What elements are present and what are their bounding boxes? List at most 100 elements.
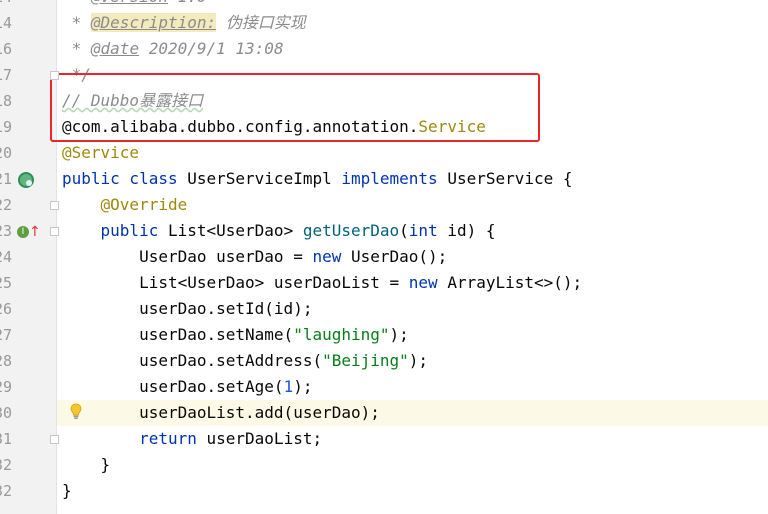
code-line-text: userDao.setName("laughing"); <box>62 322 409 348</box>
code-line-text: } <box>62 478 72 504</box>
code-token: UserDao(); <box>350 247 448 266</box>
code-token: * <box>62 39 91 58</box>
code-line-text: userDao.setAge(1); <box>62 374 312 400</box>
code-line-text: List<UserDao> userDaoList = new ArrayLis… <box>62 270 582 296</box>
code-line-text: * @date 2020/9/1 13:08 <box>62 36 284 62</box>
code-line-text: public List<UserDao> getUserDao(int id) … <box>62 218 496 244</box>
code-token: userDao.setAddress( <box>62 351 323 370</box>
code-token: "Beijing" <box>322 351 409 370</box>
line-number: 14 <box>0 0 12 10</box>
line-number: 30 <box>0 404 12 422</box>
line-number: 20 <box>0 144 12 162</box>
override-up-arrow-icon[interactable]: ↑ <box>29 223 41 241</box>
code-token: userDaoList; <box>206 429 323 448</box>
intention-bulb-icon[interactable] <box>70 403 82 420</box>
code-token: ( <box>399 221 409 240</box>
code-token: ); <box>389 325 409 344</box>
code-line[interactable]: return userDaoList; <box>57 426 768 452</box>
code-line-text: public class UserServiceImpl implements … <box>62 166 573 192</box>
line-number: 21 <box>0 170 12 188</box>
code-token: userDao.setName( <box>62 325 294 344</box>
code-line[interactable]: @Override <box>57 192 768 218</box>
code-token: id) { <box>447 221 496 240</box>
code-token: "laughing" <box>293 325 390 344</box>
code-line[interactable]: userDao.setAddress("Beijing"); <box>57 348 768 374</box>
code-token: ); <box>408 351 429 370</box>
code-token: } <box>62 481 72 500</box>
line-number: 32 <box>0 456 12 474</box>
line-number: 19 <box>0 118 12 136</box>
fold-marker-icon[interactable] <box>50 227 59 236</box>
code-token: @date <box>90 39 140 58</box>
code-token: new <box>312 247 351 266</box>
code-token: public <box>100 221 168 240</box>
code-line-text: userDao.setAddress("Beijing"); <box>62 348 428 374</box>
code-token: implements <box>341 169 448 188</box>
code-line-text: * @version 1.0 <box>62 0 207 10</box>
code-line-text: * @Description: 伪接口实现 <box>62 10 306 36</box>
code-line[interactable]: } <box>57 478 768 504</box>
code-token: UserDao userDao = <box>62 247 313 266</box>
code-token: ArrayList<>(); <box>447 273 583 292</box>
code-token: @Service <box>62 143 140 162</box>
line-number: 17 <box>0 66 12 84</box>
code-line[interactable]: UserDao userDao = new UserDao(); <box>57 244 768 270</box>
code-token: @Description: <box>90 13 217 32</box>
fold-marker-icon[interactable] <box>50 201 59 210</box>
code-token: ); <box>293 377 313 396</box>
code-line-text: return userDaoList; <box>62 426 322 452</box>
line-number: 26 <box>0 300 12 318</box>
code-token: List<UserDao> <box>167 221 303 240</box>
code-token: getUserDao <box>302 221 400 240</box>
line-number: 31 <box>0 430 12 448</box>
line-number: 32 <box>0 482 12 500</box>
code-line[interactable]: * @version 1.0 <box>57 0 768 10</box>
code-token: @Override <box>100 195 188 214</box>
code-line[interactable]: } <box>57 452 768 478</box>
code-token: 1.0 <box>168 0 207 6</box>
code-token: @version <box>91 0 168 6</box>
code-token: return <box>139 429 207 448</box>
spring-bean-icon[interactable] <box>18 172 34 188</box>
code-line-text: userDaoList.add(userDao); <box>62 400 380 426</box>
line-number: 18 <box>0 92 12 110</box>
code-token: new <box>408 273 448 292</box>
code-line-text: } <box>62 452 111 478</box>
code-token: int <box>408 221 448 240</box>
code-line[interactable]: public List<UserDao> getUserDao(int id) … <box>57 218 768 244</box>
code-token: userDaoList.add(userDao); <box>62 403 380 422</box>
code-token: List<UserDao> userDaoList = <box>62 273 409 292</box>
code-token: * <box>62 0 91 6</box>
code-token: 2020/9/1 13:08 <box>139 39 284 58</box>
code-line-text: userDao.setId(id); <box>62 296 312 322</box>
code-line[interactable]: userDao.setId(id); <box>57 296 768 322</box>
code-line[interactable]: @Service <box>57 140 768 166</box>
code-token: UserServiceImpl <box>187 169 342 188</box>
line-number: 23 <box>0 222 12 240</box>
code-line[interactable]: List<UserDao> userDaoList = new ArrayLis… <box>57 270 768 296</box>
code-token: 1 <box>283 377 294 396</box>
code-token: 伪接口实现 <box>216 13 306 32</box>
code-token: } <box>62 455 111 474</box>
code-line[interactable]: userDao.setName("laughing"); <box>57 322 768 348</box>
code-line[interactable]: * @Description: 伪接口实现 <box>57 10 768 36</box>
implements-method-icon[interactable]: I <box>17 226 29 238</box>
code-line-text: UserDao userDao = new UserDao(); <box>62 244 447 270</box>
code-token: UserService { <box>447 169 573 188</box>
fold-marker-icon[interactable] <box>50 71 59 80</box>
code-line[interactable]: userDaoList.add(userDao); <box>57 400 768 426</box>
code-line[interactable]: userDao.setAge(1); <box>57 374 768 400</box>
fold-marker-icon[interactable] <box>50 435 59 444</box>
line-number: 16 <box>0 40 12 58</box>
code-line[interactable]: * @date 2020/9/1 13:08 <box>57 36 768 62</box>
line-number: 24 <box>0 248 12 266</box>
code-token: * <box>62 13 91 32</box>
line-number: 27 <box>0 326 12 344</box>
code-line[interactable]: public class UserServiceImpl implements … <box>57 166 768 192</box>
highlight-annotation-box <box>50 73 540 142</box>
code-token: public class <box>62 169 188 188</box>
line-number: 14 <box>0 14 12 32</box>
